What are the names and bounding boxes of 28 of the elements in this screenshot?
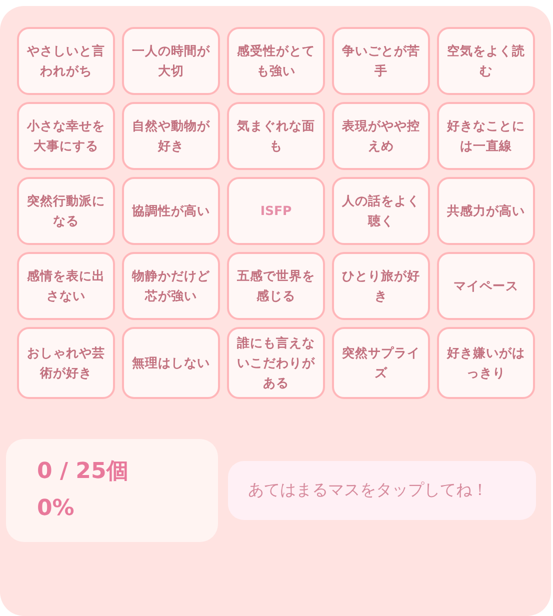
bingo-cell[interactable]: 一人の時間が大切	[122, 27, 220, 95]
bingo-cell[interactable]: ISFP	[227, 177, 325, 245]
bingo-cell[interactable]: 感情を表に出さない	[17, 252, 115, 320]
bingo-cell[interactable]: 小さな幸せを大事にする	[17, 102, 115, 170]
bingo-cell[interactable]: 好きなことには一直線	[437, 102, 535, 170]
percent-text: 0%	[37, 495, 76, 524]
bingo-cell[interactable]: 争いごとが苦手	[332, 27, 430, 95]
instruction-message: あてはまるマスをタップしてね！	[228, 461, 536, 520]
bingo-cell[interactable]: やさしいと言われがち	[17, 27, 115, 95]
bingo-cell[interactable]: 人の話をよく聴く	[332, 177, 430, 245]
bingo-cell[interactable]: マイペース	[437, 252, 535, 320]
bingo-cell[interactable]: 突然サプライズ	[332, 327, 430, 399]
bingo-cell[interactable]: 好き嫌いがはっきり	[437, 327, 535, 399]
bingo-cell[interactable]: 共感力が高い	[437, 177, 535, 245]
bingo-cell[interactable]: 表現がやや控えめ	[332, 102, 430, 170]
bingo-cell[interactable]: おしゃれや芸術が好き	[17, 327, 115, 399]
bingo-cell[interactable]: 突然行動派になる	[17, 177, 115, 245]
bingo-cell[interactable]: 自然や動物が好き	[122, 102, 220, 170]
bingo-cell[interactable]: 気まぐれな面も	[227, 102, 325, 170]
bingo-cell[interactable]: 協調性が高い	[122, 177, 220, 245]
count-text: 0 / 25個	[37, 458, 130, 486]
bingo-cell[interactable]: 五感で世界を感じる	[227, 252, 325, 320]
bingo-cell[interactable]: 感受性がとても強い	[227, 27, 325, 95]
bingo-cell[interactable]: 空気をよく読む	[437, 27, 535, 95]
bingo-cell[interactable]: 誰にも言えないこだわりがある	[227, 327, 325, 399]
bingo-cell[interactable]: 無理はしない	[122, 327, 220, 399]
bingo-cell[interactable]: ひとり旅が好き	[332, 252, 430, 320]
bingo-cell[interactable]: 物静かだけど芯が強い	[122, 252, 220, 320]
